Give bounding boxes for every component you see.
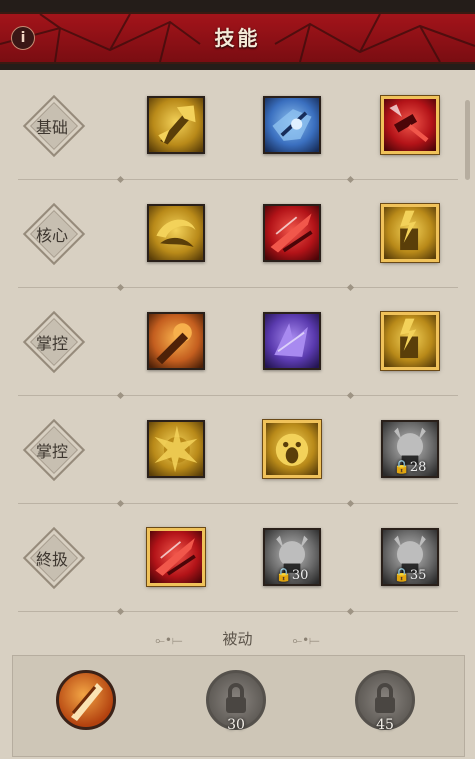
skill-slot[interactable] xyxy=(147,96,205,154)
header: i 技能 xyxy=(0,0,475,70)
skill-tier-row: 核心 xyxy=(0,180,475,288)
skill-slot[interactable] xyxy=(263,420,321,478)
gold-whirlwind-icon xyxy=(149,206,203,260)
ornament-left-icon: ⟜•⟝ xyxy=(155,633,183,647)
skill-slot[interactable] xyxy=(263,96,321,154)
passive-section-title: ⟜•⟝ 被动 ⟜•⟝ xyxy=(0,628,475,649)
skill-unlock-level: 🔒28 xyxy=(393,460,427,475)
skill-slot[interactable] xyxy=(147,528,205,586)
blue-ice-blade-icon xyxy=(265,98,319,152)
skill-slot[interactable]: 🔒30 xyxy=(263,528,321,586)
skill-slot[interactable] xyxy=(381,312,439,370)
skill-slot[interactable] xyxy=(381,96,439,154)
passive-locked-slot[interactable]: 45 xyxy=(355,670,415,733)
passive-locked-slot[interactable]: 30 xyxy=(206,670,266,733)
purple-shockwave-icon xyxy=(265,314,319,368)
passive-unlock-level: 30 xyxy=(227,717,245,733)
skill-slot[interactable] xyxy=(147,420,205,478)
passive-skill-slot[interactable] xyxy=(56,670,116,730)
skill-unlock-level: 🔒35 xyxy=(393,568,427,583)
gold-ground-stomp-icon xyxy=(384,315,436,367)
skill-slot[interactable] xyxy=(263,312,321,370)
row-divider xyxy=(18,611,458,612)
tier-label: 掌控 xyxy=(35,442,68,461)
skill-slot[interactable] xyxy=(381,204,439,262)
tier-label: 核心 xyxy=(35,226,68,245)
skill-tier-row: 終扱 🔒30 🔒35 xyxy=(0,504,475,612)
page-title: 技能 xyxy=(214,26,261,50)
skill-slot[interactable] xyxy=(147,312,205,370)
tier-badge: 掌控 xyxy=(20,416,86,482)
passive-unlock-level: 45 xyxy=(376,717,394,733)
gold-axe-strike-icon xyxy=(149,98,203,152)
skill-slot[interactable] xyxy=(263,204,321,262)
skill-slot[interactable] xyxy=(147,204,205,262)
tier-badge: 掌控 xyxy=(20,308,86,374)
gold-war-cry-icon xyxy=(266,423,318,475)
skill-unlock-level: 🔒30 xyxy=(275,568,309,583)
ornament-right-icon: ⟜•⟝ xyxy=(292,633,320,647)
skill-tier-row: 基础 xyxy=(0,72,475,180)
gold-lightning-hammer-icon xyxy=(384,207,436,259)
gold-burst-fist-icon xyxy=(149,422,203,476)
orange-blade-passive-icon xyxy=(71,683,103,721)
passive-title-label: 被动 xyxy=(222,630,253,648)
tier-label: 掌控 xyxy=(35,334,68,353)
skill-slot[interactable]: 🔒28 xyxy=(381,420,439,478)
tier-badge: 終扱 xyxy=(20,524,86,590)
skill-slot[interactable]: 🔒35 xyxy=(381,528,439,586)
tier-badge: 核心 xyxy=(20,200,86,266)
red-fury-slash-icon xyxy=(150,531,202,583)
red-hammer-strike-icon xyxy=(384,99,436,151)
skill-tier-row: 掌控 xyxy=(0,288,475,396)
skill-tier-row: 掌控 🔒28 xyxy=(0,396,475,504)
tier-label: 終扱 xyxy=(35,550,68,569)
tier-badge: 基础 xyxy=(20,92,86,158)
tier-label: 基础 xyxy=(35,118,68,137)
red-blade-slash-icon xyxy=(265,206,319,260)
orange-leap-slam-icon xyxy=(149,314,203,368)
